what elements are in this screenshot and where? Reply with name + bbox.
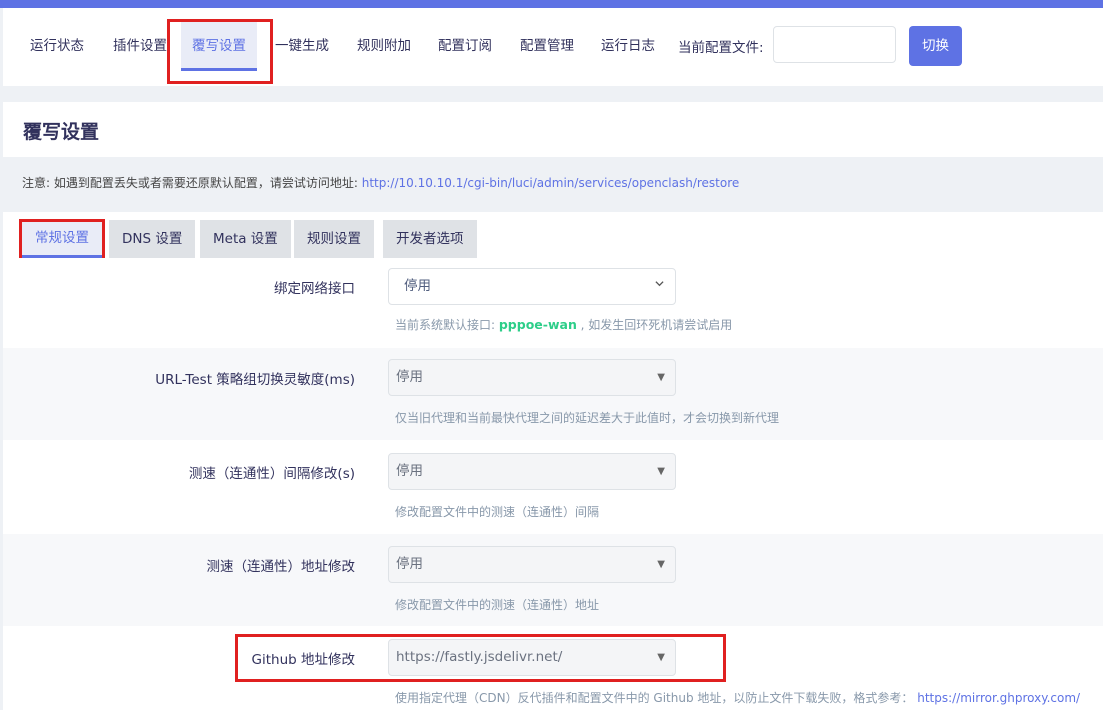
github-value: https://fastly.jsdelivr.net/ [396, 649, 563, 665]
bind-interface-hint-prefix: 当前系统默认接口: [395, 318, 499, 332]
nav-item-config-subscription[interactable]: 配置订阅 [438, 36, 492, 56]
speed-url-hint: 修改配置文件中的测速（连通性）地址 [395, 598, 600, 612]
current-config-input[interactable] [773, 26, 896, 63]
nav-item-config-management[interactable]: 配置管理 [520, 36, 574, 56]
nav-item-plugin-settings[interactable]: 插件设置 [113, 36, 167, 56]
interface-name: pppoe-wan [498, 317, 577, 332]
bind-interface-hint: 当前系统默认接口: pppoe-wan , 如发生回环死机请尝试启用 [395, 316, 732, 333]
current-config-label: 当前配置文件: [678, 40, 764, 56]
github-mirror-link[interactable]: https://mirror.ghproxy.com/ [917, 691, 1080, 705]
speed-interval-hint: 修改配置文件中的测速（连通性）间隔 [395, 505, 600, 519]
bind-interface-select[interactable]: 停用 [388, 268, 676, 305]
url-test-hint: 仅当旧代理和当前最快代理之间的延迟差大于此值时，才会切换到新代理 [395, 411, 780, 425]
bind-interface-value: 停用 [404, 278, 431, 294]
setting-row-bind-interface: 绑定网络接口 停用 当前系统默认接口: pppoe-wan , 如发生回环死机请… [3, 258, 1103, 348]
github-select[interactable]: https://fastly.jsdelivr.net/ ▼ [388, 639, 676, 676]
github-hint: 使用指定代理（CDN）反代插件和配置文件中的 Github 地址，以防止文件下载… [395, 689, 1080, 706]
tab-developer[interactable]: 开发者选项 [383, 220, 477, 258]
caret-down-icon: ▼ [657, 559, 665, 570]
setting-row-url-test: URL-Test 策略组切换灵敏度(ms) 停用 ▼ 仅当旧代理和当前最快代理之… [3, 348, 1103, 440]
github-label: Github 地址修改 [251, 652, 355, 668]
setting-row-github: Github 地址修改 https://fastly.jsdelivr.net/… [3, 626, 1103, 710]
restore-link[interactable]: http://10.10.10.1/cgi-bin/luci/admin/ser… [362, 176, 740, 190]
chevron-down-icon [655, 281, 664, 287]
speed-interval-value: 停用 [396, 463, 423, 479]
switch-button[interactable]: 切换 [909, 26, 962, 66]
tab-rules[interactable]: 规则设置 [294, 220, 374, 258]
notice-text: 注意: 如遇到配置丢失或者需要还原默认配置，请尝试访问地址: [22, 176, 362, 190]
speed-url-select[interactable]: 停用 ▼ [388, 546, 676, 583]
github-hint-text: 使用指定代理（CDN）反代插件和配置文件中的 Github 地址，以防止文件下载… [395, 691, 918, 705]
speed-url-value: 停用 [396, 556, 423, 572]
tab-general[interactable]: 常规设置 [22, 220, 102, 258]
top-accent-strip [0, 0, 1103, 8]
settings-tabs: 常规设置 DNS 设置 Meta 设置 规则设置 开发者选项 [3, 212, 1103, 258]
speed-url-label: 测速（连通性）地址修改 [206, 559, 356, 575]
page-title: 覆写设置 [23, 121, 100, 143]
caret-down-icon: ▼ [657, 652, 665, 663]
speed-interval-label: 测速（连通性）间隔修改(s) [188, 466, 355, 482]
tab-meta[interactable]: Meta 设置 [200, 220, 291, 258]
setting-row-speed-url: 测速（连通性）地址修改 停用 ▼ 修改配置文件中的测速（连通性）地址 [3, 534, 1103, 626]
top-nav: 运行状态 插件设置 覆写设置 一键生成 规则附加 配置订阅 配置管理 运行日志 … [3, 8, 1103, 86]
caret-down-icon: ▼ [657, 372, 665, 383]
nav-item-run-log[interactable]: 运行日志 [601, 36, 655, 56]
url-test-label: URL-Test 策略组切换灵敏度(ms) [155, 372, 355, 388]
speed-interval-select[interactable]: 停用 ▼ [388, 453, 676, 490]
nav-item-status[interactable]: 运行状态 [30, 36, 84, 56]
tab-dns[interactable]: DNS 设置 [109, 220, 196, 258]
restore-notice: 注意: 如遇到配置丢失或者需要还原默认配置，请尝试访问地址: http://10… [22, 174, 739, 191]
caret-down-icon: ▼ [657, 466, 665, 477]
bind-interface-label: 绑定网络接口 [274, 281, 355, 297]
url-test-select[interactable]: 停用 ▼ [388, 359, 676, 396]
title-card: 覆写设置 [3, 102, 1103, 157]
nav-item-rule-append[interactable]: 规则附加 [357, 36, 411, 56]
nav-item-override-settings[interactable]: 覆写设置 [181, 22, 257, 71]
nav-item-one-click-generate[interactable]: 一键生成 [275, 36, 329, 56]
setting-row-speed-interval: 测速（连通性）间隔修改(s) 停用 ▼ 修改配置文件中的测速（连通性）间隔 [3, 440, 1103, 534]
bind-interface-hint-suffix: , 如发生回环死机请尝试启用 [576, 318, 733, 332]
url-test-value: 停用 [396, 369, 423, 385]
